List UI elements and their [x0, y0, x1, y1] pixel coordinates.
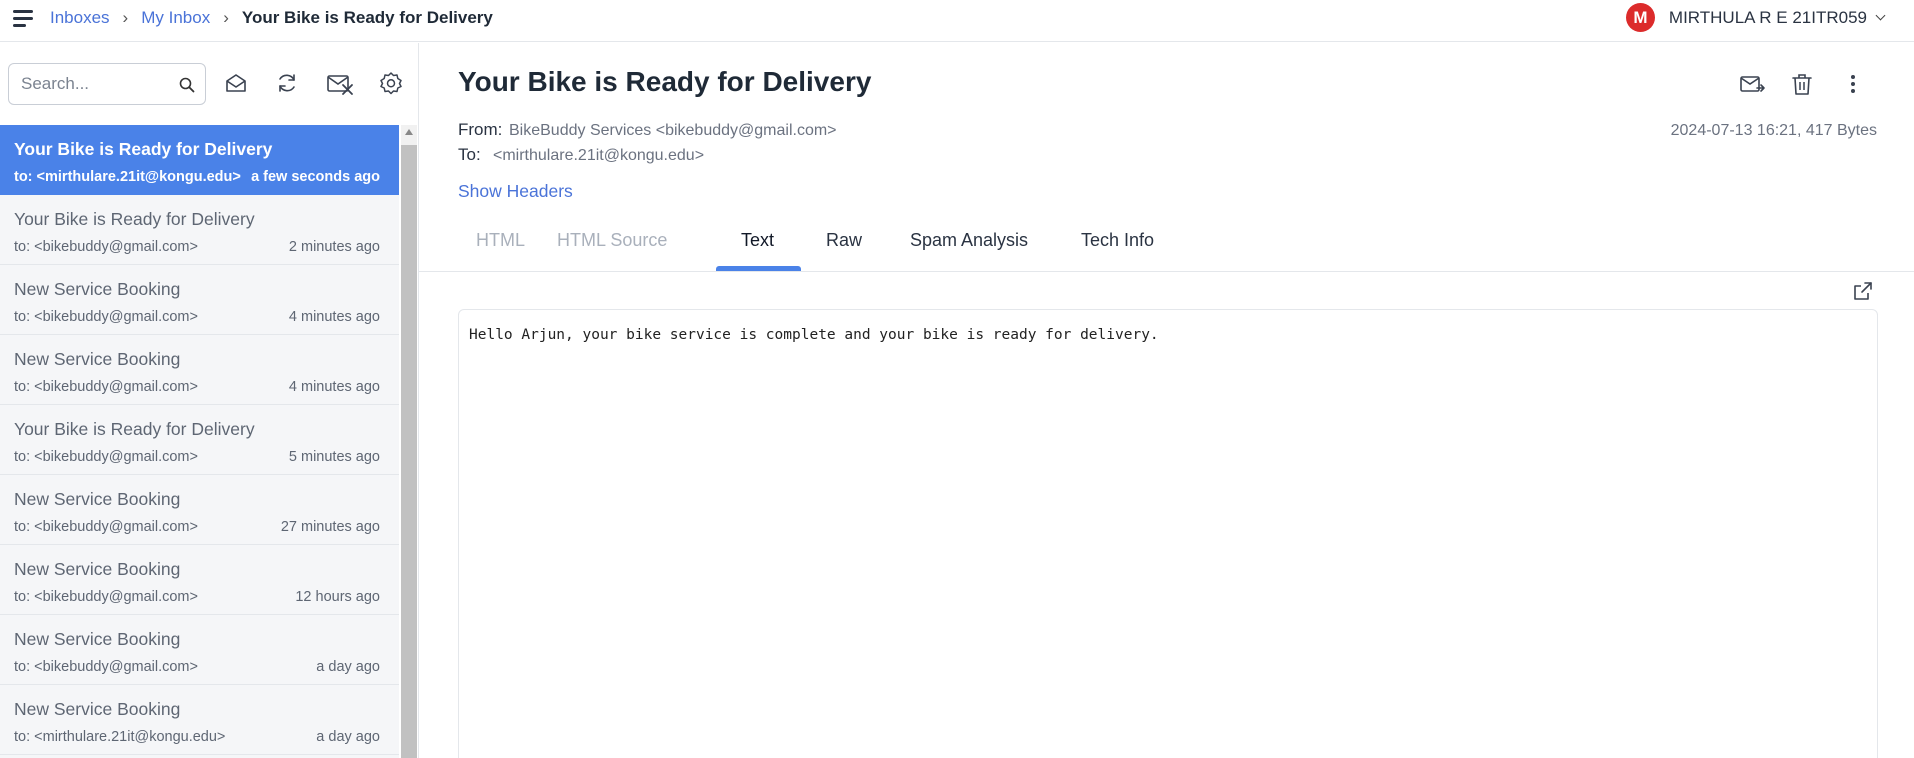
- to-label: To:: [458, 145, 481, 164]
- search-input[interactable]: [21, 73, 171, 95]
- message-date-size: 2024-07-13 16:21, 417 Bytes: [1670, 122, 1877, 139]
- message-list-item[interactable]: New Service Booking to: <bikebuddy@gmail.…: [0, 545, 399, 615]
- message-subject: New Service Booking: [14, 629, 181, 649]
- message-subject: New Service Booking: [14, 699, 181, 719]
- message-recipient: to: <bikebuddy@gmail.com>: [14, 379, 198, 395]
- message-subject: Your Bike is Ready for Delivery: [14, 419, 255, 439]
- search-box: [8, 63, 206, 105]
- message-recipient: to: <mirthulare.21it@kongu.edu>: [14, 169, 241, 185]
- message-recipient: to: <bikebuddy@gmail.com>: [14, 659, 198, 675]
- show-headers-link[interactable]: Show Headers: [458, 181, 573, 202]
- refresh-icon[interactable]: [273, 69, 301, 97]
- message-subject: New Service Booking: [14, 489, 181, 509]
- message-recipient: to: <bikebuddy@gmail.com>: [14, 239, 198, 255]
- message-recipient: to: <bikebuddy@gmail.com>: [14, 519, 198, 535]
- top-bar: Inboxes › My Inbox › Your Bike is Ready for …: [0, 0, 1914, 42]
- message-subject: Your Bike is Ready for Delivery: [14, 139, 273, 159]
- to-address: <mirthulare.21it@kongu.edu>: [493, 147, 705, 164]
- message-recipient: to: <bikebuddy@gmail.com>: [14, 449, 198, 465]
- message-subject: New Service Booking: [14, 279, 181, 299]
- scroll-up-arrow-icon[interactable]: [405, 129, 413, 135]
- tab-raw[interactable]: Raw: [826, 230, 862, 251]
- message-time: 4 minutes ago: [288, 309, 380, 325]
- message-body: Hello Arjun, your bike service is comple…: [458, 309, 1878, 758]
- forward-mail-icon[interactable]: [1738, 70, 1766, 98]
- breadcrumb-separator: ›: [122, 8, 129, 27]
- message-list-item[interactable]: Your Bike is Ready for Delivery to: <bike…: [0, 195, 399, 265]
- message-list-item[interactable]: New Service Booking to: <bikebuddy@gmail.…: [0, 265, 399, 335]
- message-list: Your Bike is Ready for Delivery to: <mirt…: [0, 125, 399, 758]
- scrollbar-thumb[interactable]: [401, 145, 417, 758]
- message-subject: New Service Booking: [14, 349, 181, 369]
- message-tabs: HTML HTML Source Text Raw Spam Analysis Tech …: [419, 216, 1914, 272]
- more-options-icon[interactable]: [1839, 70, 1867, 98]
- user-menu[interactable]: M MIRTHULA R E 21ITR059: [1625, 3, 1886, 32]
- message-list-item[interactable]: New Service Booking to: <mirthulare.21it@…: [0, 685, 399, 755]
- message-list-item[interactable]: New Service Booking to: <bikebuddy@gmail.…: [0, 615, 399, 685]
- message-list-pane: Your Bike is Ready for Delivery to: <mirt…: [0, 43, 419, 758]
- message-time: 4 minutes ago: [288, 379, 380, 395]
- breadcrumb-current: Your Bike is Ready for Delivery: [241, 8, 493, 27]
- mark-read-icon[interactable]: [222, 69, 250, 97]
- message-recipient: to: <bikebuddy@gmail.com>: [14, 309, 198, 325]
- message-title: Your Bike is Ready for Delivery: [458, 66, 872, 97]
- message-subject: New Service Booking: [14, 559, 181, 579]
- tab-tech-info[interactable]: Tech Info: [1081, 230, 1154, 251]
- scrollbar[interactable]: [401, 125, 417, 758]
- message-list-item[interactable]: New Service Booking to: <bikebuddy@gmail.…: [0, 475, 399, 545]
- tab-text[interactable]: Text: [741, 230, 774, 251]
- message-body-text: Hello Arjun, your bike service is comple…: [469, 327, 1159, 343]
- tab-html-source: HTML Source: [557, 230, 668, 250]
- message-time: 5 minutes ago: [288, 449, 380, 465]
- message-subject: Your Bike is Ready for Delivery: [14, 209, 255, 229]
- hamburger-menu-icon[interactable]: [10, 8, 36, 28]
- message-time: a day ago: [316, 729, 380, 745]
- open-external-icon[interactable]: [1852, 280, 1874, 302]
- chevron-down-icon: [1875, 10, 1886, 20]
- active-tab-indicator: [716, 266, 801, 271]
- search-icon[interactable]: [179, 77, 195, 93]
- delete-all-icon[interactable]: [325, 69, 355, 97]
- message-time: 12 hours ago: [295, 589, 380, 605]
- breadcrumb: Inboxes › My Inbox › Your Bike is Ready for …: [50, 7, 493, 29]
- tab-html: HTML: [476, 230, 525, 250]
- tab-spam-analysis[interactable]: Spam Analysis: [910, 230, 1028, 251]
- message-time: 27 minutes ago: [280, 519, 380, 535]
- message-recipient: to: <bikebuddy@gmail.com>: [14, 589, 198, 605]
- user-name: MIRTHULA R E 21ITR059: [1668, 7, 1867, 27]
- trash-icon[interactable]: [1788, 70, 1816, 98]
- from-label: From:: [458, 120, 503, 139]
- message-list-item[interactable]: Your Bike is Ready for Delivery to: <mirt…: [0, 125, 399, 195]
- from-address: BikeBuddy Services <bikebuddy@gmail.com>: [509, 122, 837, 139]
- breadcrumb-inboxes[interactable]: Inboxes: [50, 8, 110, 27]
- message-time: a few seconds ago: [251, 169, 380, 185]
- message-time: 2 minutes ago: [288, 239, 380, 255]
- breadcrumb-my-inbox[interactable]: My Inbox: [141, 8, 210, 27]
- message-time: a day ago: [316, 659, 380, 675]
- avatar: M: [1625, 3, 1655, 32]
- message-list-item[interactable]: New Service Booking to: <bikebuddy@gmail.…: [0, 335, 399, 405]
- settings-icon[interactable]: [377, 69, 405, 97]
- breadcrumb-separator: ›: [223, 8, 229, 27]
- message-list-item[interactable]: Your Bike is Ready for Delivery to: <bike…: [0, 405, 399, 475]
- message-recipient: to: <mirthulare.21it@kongu.edu>: [14, 729, 226, 745]
